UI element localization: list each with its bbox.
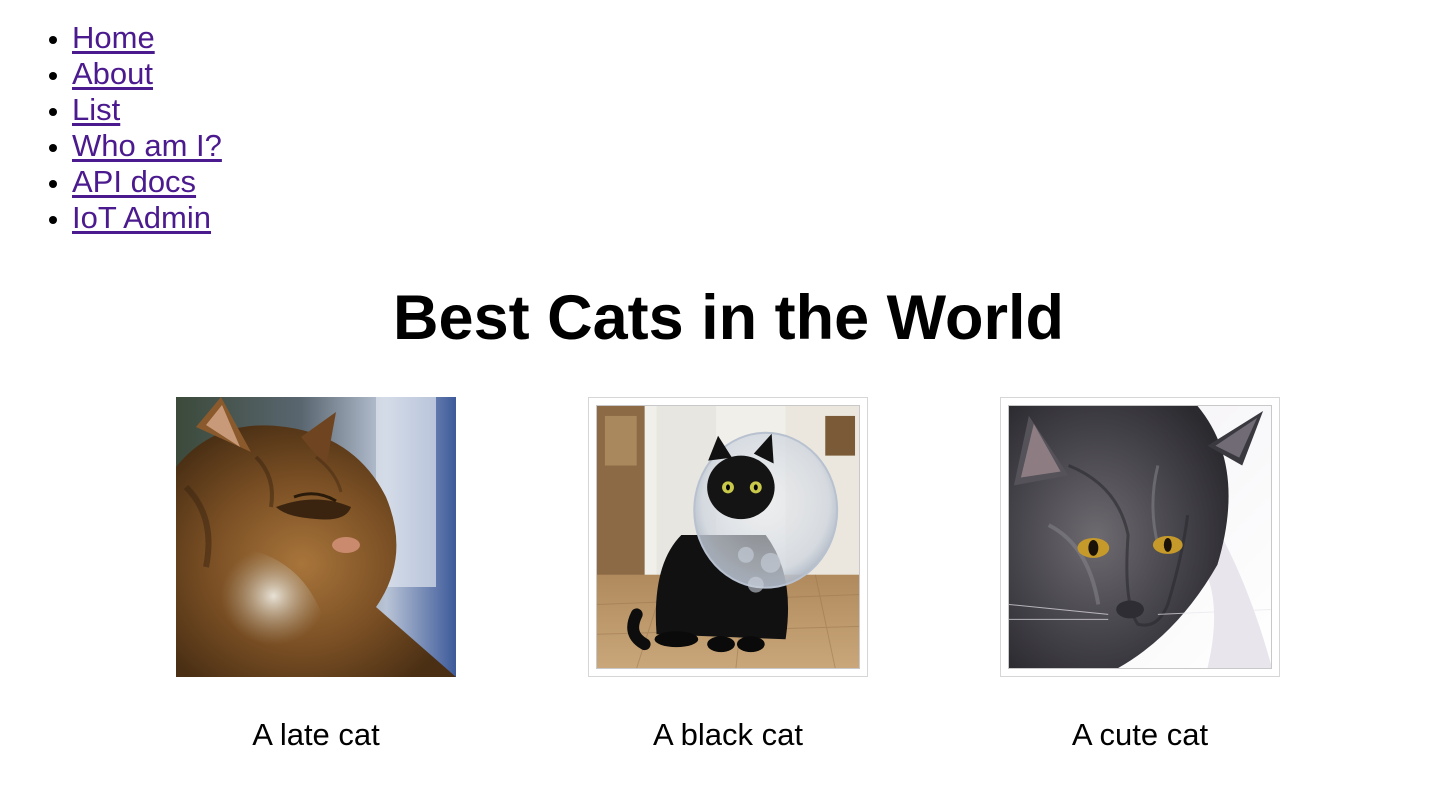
nav-item-iot-admin: IoT Admin xyxy=(72,200,222,236)
page-title: Best Cats in the World xyxy=(393,283,1064,353)
main-nav: Home About List Who am I? API docs IoT A… xyxy=(0,20,222,236)
cat-card-black: A black cat xyxy=(588,397,868,753)
nav-link-list[interactable]: List xyxy=(72,92,120,127)
nav-item-list: List xyxy=(72,92,222,128)
nav-item-home: Home xyxy=(72,20,222,56)
nav-item-whoami: Who am I? xyxy=(72,128,222,164)
nav-link-whoami[interactable]: Who am I? xyxy=(72,128,222,163)
tabby-cat-photo xyxy=(176,397,456,677)
nav-link-home[interactable]: Home xyxy=(72,20,155,55)
cat-caption-cute: A cute cat xyxy=(1071,717,1209,752)
nav-item-api-docs: API docs xyxy=(72,164,222,200)
cat-card-late: A late cat xyxy=(176,397,456,753)
nav-item-about: About xyxy=(72,56,222,92)
black-cat-cone-photo xyxy=(588,397,868,677)
nav-link-api-docs[interactable]: API docs xyxy=(72,164,196,199)
photo-inner xyxy=(596,405,860,669)
gray-cat-photo xyxy=(1000,397,1280,677)
nav-link-about[interactable]: About xyxy=(72,56,153,91)
nav-link-iot-admin[interactable]: IoT Admin xyxy=(72,200,211,235)
cat-gallery: A late cat A black cat A cute cat xyxy=(0,397,1449,777)
cat-caption-late: A late cat xyxy=(252,717,380,752)
photo-inner xyxy=(1008,405,1272,669)
cat-card-cute: A cute cat xyxy=(1000,397,1280,753)
cat-caption-black: A black cat xyxy=(653,717,803,752)
